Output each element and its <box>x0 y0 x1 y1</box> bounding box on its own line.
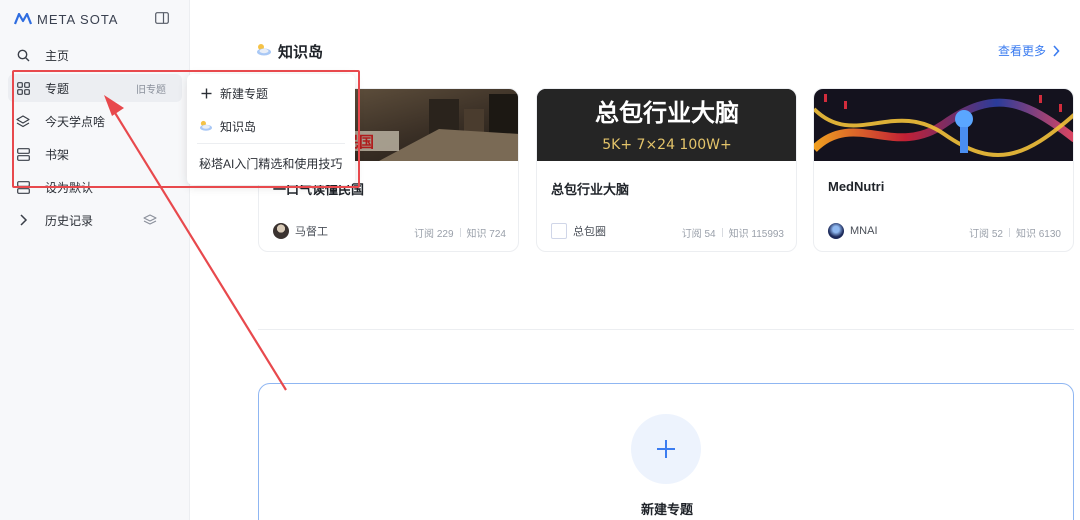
chevron-right-icon <box>1053 44 1060 57</box>
sidebar-item-label: 书架 <box>45 147 70 162</box>
card-author[interactable]: 马督工 <box>273 223 328 239</box>
card-stats: 订阅 52 知识 6130 <box>969 225 1061 240</box>
plus-icon <box>199 86 213 100</box>
bookshelf-icon <box>16 147 30 161</box>
app-window: META SOTA 主页 专题 旧专题 今天学点啥 书架 设为默认 历史记录 知… <box>0 0 1080 520</box>
topic-card[interactable]: MedNutri MNAI 订阅 52 知识 6130 <box>813 88 1074 252</box>
brand-name: META SOTA <box>37 11 119 27</box>
sidebar-item-label: 主页 <box>45 48 70 63</box>
sidebar-item-bookshelf[interactable]: 书架 <box>8 140 182 168</box>
card-stats: 订阅 229 知识 724 <box>414 225 506 240</box>
search-icon <box>16 48 30 62</box>
chevron-right-icon <box>16 213 30 227</box>
section-divider <box>258 329 1074 330</box>
card-title: MedNutri <box>828 179 885 194</box>
sidebar-item-topics[interactable]: 专题 旧专题 <box>8 74 182 102</box>
avatar <box>828 223 844 239</box>
sidebar-item-history[interactable]: 历史记录 <box>8 206 182 234</box>
sidebar-item-label: 专题 <box>45 81 70 96</box>
sidebar-item-label: 今天学点啥 <box>45 114 106 129</box>
plus-icon <box>657 440 675 458</box>
knowledge-count: 知识 6130 <box>1015 229 1061 240</box>
sidebar-item-label: 历史记录 <box>45 213 94 228</box>
card-author[interactable]: MNAI <box>828 223 878 239</box>
sidebar-item-set-default[interactable]: 设为默认 <box>8 173 182 201</box>
card-stats: 订阅 54 知识 115993 <box>682 225 784 240</box>
sidebar-item-home[interactable]: 主页 <box>8 41 182 69</box>
subscription-count: 订阅 52 <box>969 229 1003 240</box>
card-banner-text: 总包行业大脑 <box>595 99 739 127</box>
brand-mark-icon <box>14 13 32 25</box>
section-title-text: 知识岛 <box>278 44 324 61</box>
island-icon <box>199 119 213 133</box>
grid-icon <box>16 81 30 95</box>
card-banner-subtext: 5K+ 7×24 100W+ <box>602 137 731 153</box>
card-author[interactable]: 总包圈 <box>551 223 606 239</box>
menu-item-new-topic[interactable]: 新建专题 <box>187 80 355 106</box>
subscription-count: 订阅 54 <box>681 229 716 240</box>
subscription-count: 订阅 229 <box>414 229 454 240</box>
card-title: 总包行业大脑 <box>551 182 630 197</box>
sidebar: META SOTA 主页 专题 旧专题 今天学点啥 书架 设为默认 历史记录 <box>0 0 190 520</box>
sidebar-item-label: 设为默认 <box>45 180 94 195</box>
author-name: 总包圈 <box>573 226 606 238</box>
view-more-label: 查看更多 <box>998 44 1047 58</box>
knowledge-count: 知识 724 <box>466 229 506 240</box>
author-name: MNAI <box>850 225 878 237</box>
avatar <box>551 223 567 239</box>
add-topic-button[interactable] <box>631 414 701 484</box>
old-topics-badge[interactable]: 旧专题 <box>136 81 166 96</box>
avatar <box>273 223 289 239</box>
menu-item-knowledge-island[interactable]: 知识岛 <box>187 113 355 139</box>
author-name: 马督工 <box>295 226 328 238</box>
menu-item-label: 知识岛 <box>220 119 257 134</box>
view-more-link[interactable]: 查看更多 <box>998 42 1060 59</box>
knowledge-count: 知识 115993 <box>728 229 784 240</box>
new-topic-label: 新建专题 <box>640 502 693 517</box>
brand-logo[interactable]: META SOTA <box>14 10 118 28</box>
menu-item-label: 新建专题 <box>220 86 269 101</box>
card-banner-image <box>814 89 1073 161</box>
new-topic-card[interactable]: 新建专题 <box>258 383 1074 520</box>
layers-icon <box>16 114 30 128</box>
stats-divider <box>1008 228 1010 237</box>
sidebar-item-learn[interactable]: 今天学点啥 <box>8 107 182 135</box>
menu-divider <box>197 143 345 144</box>
menu-item-label: 秘塔AI入门精选和使用技巧 <box>199 156 343 171</box>
topics-dropdown-menu: 新建专题 知识岛 秘塔AI入门精选和使用技巧 <box>187 74 355 185</box>
menu-item-ai-tips[interactable]: 秘塔AI入门精选和使用技巧 <box>187 150 355 176</box>
island-icon <box>256 43 272 61</box>
stats-divider <box>459 228 461 237</box>
card-banner-image: 总包行业大脑 5K+ 7×24 100W+ <box>537 89 796 161</box>
section-title: 知识岛 <box>256 41 323 62</box>
bookshelf-icon <box>16 180 30 194</box>
topic-card[interactable]: 总包行业大脑 5K+ 7×24 100W+ 总包行业大脑 总包圈 订阅 54 知… <box>536 88 797 252</box>
layers-icon[interactable] <box>143 214 157 226</box>
stats-divider <box>721 228 723 237</box>
sidebar-collapse-icon[interactable] <box>155 12 169 24</box>
